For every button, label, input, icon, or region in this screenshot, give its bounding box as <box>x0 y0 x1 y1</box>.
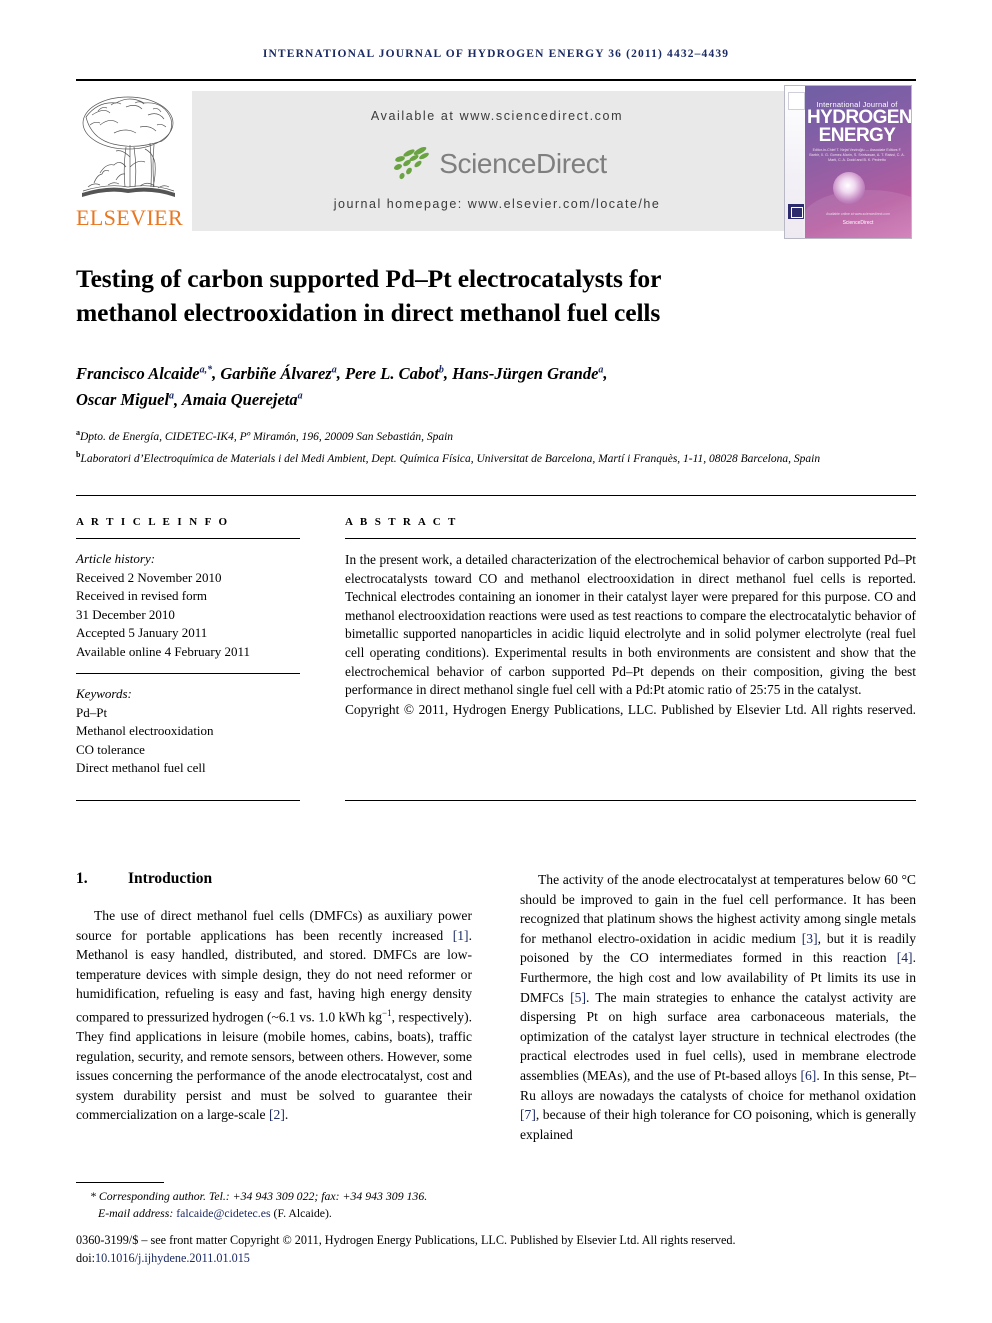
author-line-2: Oscar Miguela, Amaia Querejetaa <box>76 390 303 409</box>
author-line-1: Francisco Alcaidea,*, Garbiñe Álvareza, … <box>76 363 608 383</box>
superscript-exponent: −1 <box>382 1007 392 1018</box>
cover-title-line3: ENERGY <box>818 125 896 146</box>
affiliation-list: aDpto. de Energía, CIDETEC-IK4, Pº Miram… <box>76 424 906 469</box>
citation-link[interactable]: [3] <box>802 931 818 946</box>
citation-link[interactable]: [4] <box>897 950 913 965</box>
section-heading-introduction: 1. Introduction <box>76 870 472 888</box>
author-name: Hans-Jürgen Grandea <box>452 363 604 383</box>
abstract-heading: A B S T R A C T <box>345 516 458 528</box>
abstract-copyright: Copyright © 2011, Hydrogen Energy Public… <box>345 701 916 717</box>
keyword-item: Pd–Pt <box>76 704 108 720</box>
doi-prefix: doi: <box>76 1250 95 1265</box>
section-number: 1. <box>76 870 88 887</box>
abstract-column: A B S T R A C T In the present work, a d… <box>345 516 916 738</box>
article-info-column: A R T I C L E I N F O Article history: R… <box>76 516 300 778</box>
sciencedirect-banner: Available at www.sciencedirect.com Scien… <box>192 91 802 231</box>
keywords-label: Keywords: <box>76 686 132 701</box>
article-history-item: Received in revised form <box>76 588 208 603</box>
sciencedirect-wordmark: ScienceDirect <box>439 148 607 179</box>
author-name: Pere L. Cabotb <box>344 363 444 383</box>
author-list: Francisco Alcaidea,*, Garbiñe Álvareza, … <box>76 358 906 411</box>
corresponding-author-note: * Corresponding author. Tel.: +34 943 30… <box>90 1189 428 1203</box>
affiliation: bLaboratori d’Electroquímica de Material… <box>76 450 821 466</box>
section-title: Introduction <box>128 870 213 887</box>
article-info-rule-1 <box>76 538 300 539</box>
author-name: Garbiñe Álvareza <box>220 363 337 383</box>
keyword-item: Direct methanol fuel cell <box>76 760 206 775</box>
email-note: E-mail address: falcaide@cidetec.es (F. … <box>76 1205 916 1222</box>
citation-link[interactable]: [5] <box>570 990 586 1005</box>
article-history-item: Accepted 5 January 2011 <box>76 625 208 640</box>
doi-value[interactable]: 10.1016/j.ijhydene.2011.01.015 <box>95 1251 250 1265</box>
cover-sciencedirect-badge: ScienceDirect <box>842 220 874 226</box>
page-title: Testing of carbon supported Pd–Pt electr… <box>76 262 876 330</box>
journal-cover-thumbnail[interactable]: International Journal of HYDROGEN ENERGY… <box>784 85 912 239</box>
author-affiliation-marker: a <box>598 364 604 375</box>
doi-line[interactable]: doi:10.1016/j.ijhydene.2011.01.015 <box>76 1250 916 1268</box>
cover-orb-graphic <box>833 172 865 204</box>
author-affiliation-marker: a <box>297 390 303 402</box>
running-head: International Journal of Hydrogen Energy… <box>262 48 730 60</box>
article-info-heading: A R T I C L E I N F O <box>76 516 230 528</box>
author-name: Francisco Alcaidea,* <box>76 363 213 383</box>
title-line-1: Testing of carbon supported Pd–Pt electr… <box>76 264 662 293</box>
abstract-rule-2 <box>345 800 916 801</box>
author-name: Amaia Querejetaa <box>181 390 303 409</box>
article-history-item: 31 December 2010 <box>76 606 175 622</box>
citation-link[interactable]: [6] <box>800 1068 816 1083</box>
paper-page: International Journal of Hydrogen Energy… <box>0 0 992 1323</box>
author-affiliation-marker: b <box>438 364 444 375</box>
author-name: Oscar Miguela <box>76 390 175 409</box>
article-history-item: Received 2 November 2010 <box>76 569 222 585</box>
keyword-item: Methanol electrooxidation <box>76 723 214 738</box>
sciencedirect-logo[interactable]: ScienceDirect <box>192 141 802 187</box>
elsevier-wordmark: ELSEVIER <box>76 205 184 230</box>
journal-homepage-link[interactable]: journal homepage: www.elsevier.com/locat… <box>192 197 802 211</box>
citation-link[interactable]: [1] <box>453 928 469 943</box>
article-history-item: Available online 4 February 2011 <box>76 643 251 659</box>
info-block-top-rule <box>76 495 916 496</box>
article-info-rule-2 <box>76 673 300 674</box>
abstract-rule-1 <box>345 538 916 539</box>
affiliation: aDpto. de Energía, CIDETEC-IK4, Pº Miram… <box>76 428 454 443</box>
author-affiliation-marker: a,* <box>199 364 213 375</box>
email-link[interactable]: falcaide@cidetec.es <box>176 1206 270 1220</box>
cover-editors-text: Editor-in-Chief T. Nejat Veziroğlu — Ass… <box>809 148 905 162</box>
elsevier-tree-icon <box>82 96 175 197</box>
article-history-label: Article history: <box>76 551 156 566</box>
intro-paragraph-left: The use of direct methanol fuel cells (D… <box>76 908 472 1123</box>
body-column-left: 1. Introduction The use of direct methano… <box>76 870 472 1125</box>
email-label: E-mail address: <box>98 1206 177 1220</box>
citation-link[interactable]: [2] <box>269 1107 285 1122</box>
issn-line: 0360-3199/$ – see front matter Copyright… <box>76 1233 736 1247</box>
issn-copyright-block: 0360-3199/$ – see front matter Copyright… <box>76 1232 916 1267</box>
body-column-right: The activity of the anode electrocatalys… <box>520 870 916 1144</box>
available-at-text: Available at www.sciencedirect.com <box>370 109 624 123</box>
title-line-2: methanol electrooxidation in direct meth… <box>76 298 661 327</box>
keyword-item: CO tolerance <box>76 741 145 757</box>
sciencedirect-leaf-icon <box>394 146 430 180</box>
keywords-block: Keywords: Pd–Pt Methanol electrooxidation… <box>76 685 300 778</box>
cover-sciencedirect-sub: Available online at www.sciencedirect.co… <box>826 212 890 216</box>
email-suffix: (F. Alcaide). <box>270 1206 332 1220</box>
header-rule <box>76 79 916 81</box>
article-history: Article history: Received 2 November 201… <box>76 550 300 661</box>
masthead: ELSEVIER Available at www.sciencedirect.… <box>76 85 916 239</box>
cover-hih-mark <box>788 204 804 219</box>
affiliation-marker: b <box>76 450 81 460</box>
citation-link[interactable]: [7] <box>520 1107 536 1122</box>
elsevier-logo[interactable]: ELSEVIER <box>76 85 184 237</box>
abstract-body: In the present work, a detailed characte… <box>345 552 916 698</box>
cover-elsevier-mark <box>788 92 805 110</box>
author-affiliation-marker: a <box>169 390 175 402</box>
affiliation-marker: a <box>76 428 80 437</box>
article-info-rule-3 <box>76 800 300 801</box>
author-affiliation-marker: a <box>331 364 337 375</box>
intro-paragraph-right: The activity of the anode electrocatalys… <box>520 872 916 1142</box>
footnote-rule <box>76 1182 164 1183</box>
footnote-block: * Corresponding author. Tel.: +34 943 30… <box>76 1188 916 1222</box>
corresponding-marker: * <box>90 1189 96 1203</box>
